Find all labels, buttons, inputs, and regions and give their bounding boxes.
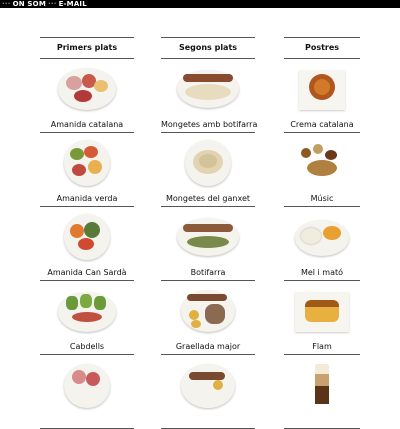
sausage-plate-icon: [177, 66, 239, 112]
grill-plate-icon: [177, 288, 239, 334]
menu-item[interactable]: Amanida catalana: [40, 59, 134, 133]
menu-item[interactable]: Cabdells: [40, 281, 134, 355]
column-header: Segons plats: [161, 37, 255, 59]
salad-plate-icon: [56, 140, 118, 186]
column-header: Primers plats: [40, 37, 134, 59]
menu-item-label: Cabdells: [69, 342, 105, 351]
column-header: Postres: [284, 37, 360, 59]
menu-item-label: Amanida catalana: [50, 120, 124, 129]
menu-item-label: Mongetes amb botifarra: [161, 120, 258, 129]
menu-item-label: Graellada major: [175, 342, 241, 351]
menu-item[interactable]: [284, 355, 360, 429]
beans-plate-icon: [177, 140, 239, 186]
nav-link-email[interactable]: E-MAIL: [59, 0, 87, 8]
menu-item[interactable]: Mel i mató: [284, 207, 360, 281]
dessert-plate-icon: [291, 140, 353, 186]
nav-separator: ···: [2, 0, 11, 8]
menu-item[interactable]: Crema catalana: [284, 59, 360, 133]
menu-item-label: Flam: [312, 342, 332, 351]
menu-item-label: Músic: [310, 194, 334, 203]
menu-item-label: Crema catalana: [290, 120, 354, 129]
menu-item[interactable]: [40, 355, 134, 429]
top-nav-bar: ··· ON SOM ··· E-MAIL: [0, 0, 400, 8]
salad-plate-icon: [56, 288, 118, 334]
column-primers: Primers plats Amanida catalana Amanida v…: [40, 37, 134, 429]
coffee-glass-icon: [291, 362, 353, 408]
menu-item-label: Amanida Can Sardà: [47, 268, 127, 277]
dessert-plate-icon: [291, 288, 353, 334]
menu-item[interactable]: Botifarra: [161, 207, 255, 281]
nav-link-on-som[interactable]: ON SOM: [13, 0, 46, 8]
salad-plate-icon: [56, 214, 118, 260]
menu-item-label: Mongetes del ganxet: [166, 194, 250, 203]
menu-item[interactable]: Mongetes amb botifarra: [161, 59, 258, 133]
salad-plate-icon: [56, 66, 118, 112]
menu-item[interactable]: Amanida Can Sardà: [40, 207, 134, 281]
dessert-plate-icon: [291, 66, 353, 112]
menu-item[interactable]: Graellada major: [161, 281, 255, 355]
salad-plate-icon: [56, 362, 118, 408]
menu-item[interactable]: Músic: [284, 133, 360, 207]
menu-item-label: Mel i mató: [300, 268, 344, 277]
dessert-plate-icon: [291, 214, 353, 260]
menu-item[interactable]: Flam: [284, 281, 360, 355]
menu-item-label: Botifarra: [190, 268, 226, 277]
column-postres: Postres Crema catalana Músic Mel i mató: [284, 37, 360, 429]
column-segons: Segons plats Mongetes amb botifarra Mong…: [161, 37, 258, 429]
menu-item-label: Amanida verda: [56, 194, 118, 203]
nav-separator: ···: [47, 0, 57, 8]
sausage-plate-icon: [177, 214, 239, 260]
grill-plate-icon: [177, 362, 239, 408]
menu-item[interactable]: [161, 355, 255, 429]
menu-item[interactable]: Amanida verda: [40, 133, 134, 207]
menu-item[interactable]: Mongetes del ganxet: [161, 133, 255, 207]
